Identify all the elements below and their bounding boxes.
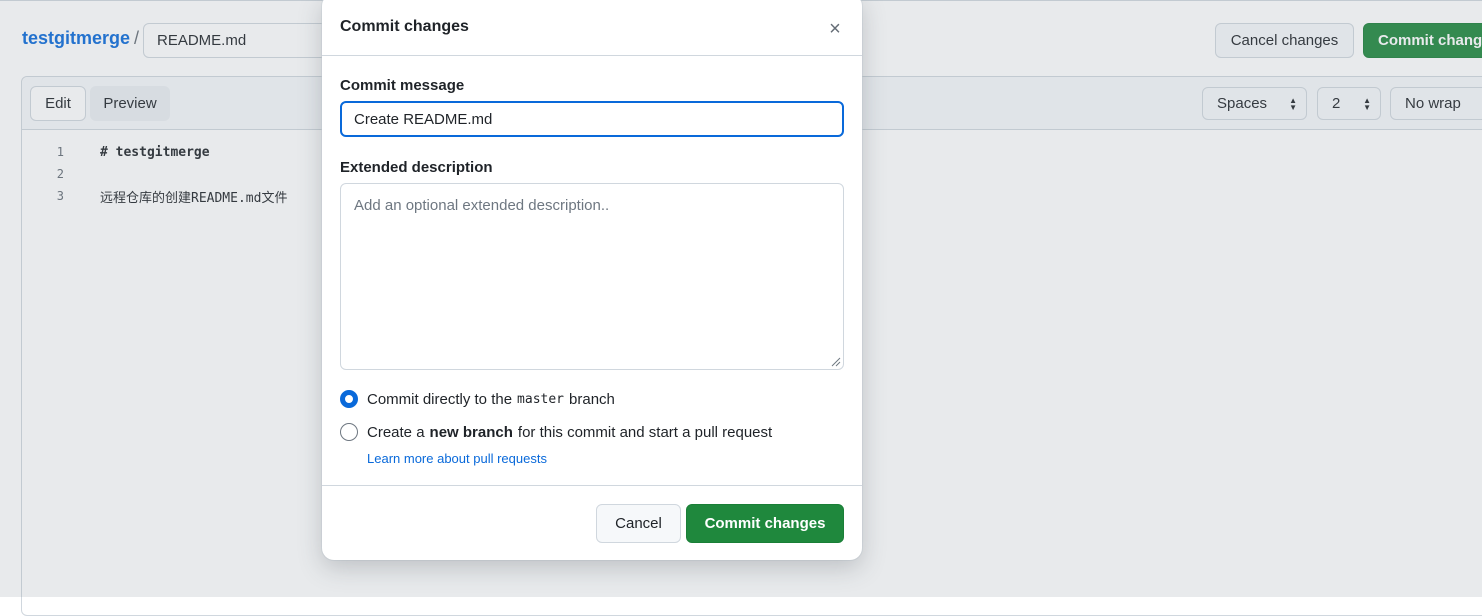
commit-message-label: Commit message [340,77,465,94]
radio-unselected-icon[interactable] [340,423,358,441]
learn-more-link[interactable]: Learn more about pull requests [367,451,547,466]
option-new-suffix: for this commit and start a pull request [517,423,773,441]
option-new-prefix: Create a [367,423,425,441]
dialog-header: Commit changes × [322,0,862,56]
extended-description-field[interactable] [340,183,844,370]
extended-description-label: Extended description [340,159,493,176]
resize-grip-icon[interactable] [831,357,841,367]
dialog-title: Commit changes [340,18,469,35]
option-new-bold: new branch [429,423,513,441]
commit-message-input[interactable] [340,101,844,137]
new-branch-option[interactable]: Create a new branch for this commit and … [340,423,772,441]
option-direct-suffix: branch [569,390,615,408]
close-icon[interactable]: × [824,18,846,40]
commit-dialog: Commit changes × Commit message Extended… [322,0,862,560]
dialog-footer: Cancel Commit changes [322,485,862,560]
branch-name: master [517,391,565,407]
commit-direct-option[interactable]: Commit directly to the master branch [340,390,615,408]
option-direct-prefix: Commit directly to the [367,390,513,408]
cancel-button[interactable]: Cancel [596,504,681,543]
radio-selected-icon[interactable] [340,390,358,408]
commit-changes-button[interactable]: Commit changes [686,504,844,543]
